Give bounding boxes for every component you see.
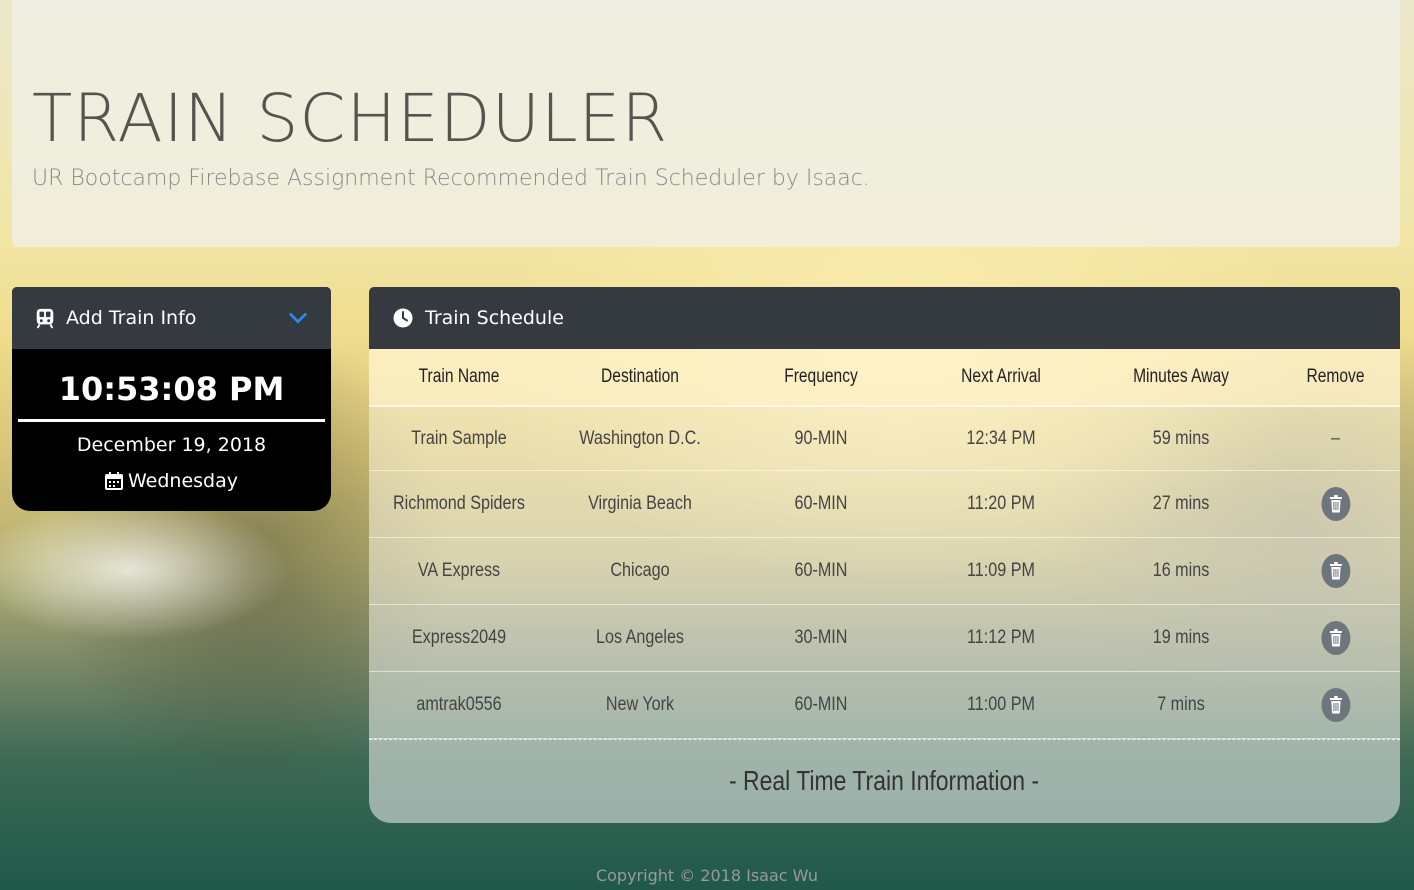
cell-frequency: 90-MIN bbox=[794, 427, 848, 449]
clock-date: December 19, 2018 bbox=[76, 434, 267, 456]
schedule-header: Train Schedule bbox=[369, 287, 1400, 349]
remove-placeholder: – bbox=[1330, 427, 1340, 449]
cell-minutes-away: 7 mins bbox=[1157, 694, 1205, 715]
cell-destination: Washington D.C. bbox=[579, 427, 701, 449]
cell-frequency: 60-MIN bbox=[794, 493, 848, 514]
cell-minutes-away: 27 mins bbox=[1152, 493, 1210, 514]
train-schedule-card: Train Schedule Train Name Destination Fr… bbox=[369, 287, 1400, 823]
trash-icon bbox=[1329, 696, 1342, 714]
column-header-next-arrival: Next Arrival bbox=[961, 366, 1041, 387]
clock-day: Wednesday bbox=[12, 470, 331, 492]
trash-icon bbox=[1329, 629, 1342, 647]
train-icon bbox=[36, 308, 54, 329]
cell-minutes-away: 19 mins bbox=[1152, 627, 1210, 648]
cell-next-arrival: 12:34 PM bbox=[966, 427, 1036, 449]
cell-next-arrival: 11:12 PM bbox=[967, 627, 1035, 648]
add-train-card: Add Train Info 10:53:08 PM December 19, … bbox=[12, 287, 331, 511]
clock-time: 10:53:08 PM bbox=[58, 370, 285, 408]
cell-remove bbox=[1281, 487, 1391, 521]
cell-destination: New York bbox=[605, 694, 675, 715]
cell-frequency: 60-MIN bbox=[794, 560, 848, 581]
cell-destination: Virginia Beach bbox=[588, 493, 692, 514]
cell-next-arrival: 11:20 PM bbox=[967, 493, 1035, 514]
cell-train-name: Express2049 bbox=[411, 627, 507, 648]
copyright: Copyright © 2018 Isaac Wu bbox=[595, 866, 819, 885]
column-header-train-name: Train Name bbox=[418, 366, 500, 387]
add-train-title: Add Train Info bbox=[66, 307, 197, 329]
table-row: Express2049 Los Angeles 30-MIN 11:12 PM … bbox=[369, 605, 1400, 672]
remove-train-button[interactable] bbox=[1321, 554, 1350, 588]
cell-remove bbox=[1281, 554, 1391, 588]
remove-train-button[interactable] bbox=[1321, 688, 1350, 722]
page-subtitle: UR Bootcamp Firebase Assignment Recommen… bbox=[32, 166, 870, 191]
cell-destination: Chicago bbox=[610, 560, 670, 581]
jumbotron: TRAIN SCHEDULER UR Bootcamp Firebase Ass… bbox=[12, 0, 1400, 247]
clock-icon bbox=[393, 308, 413, 328]
table-row: Richmond Spiders Virginia Beach 60-MIN 1… bbox=[369, 471, 1400, 538]
column-header-frequency: Frequency bbox=[784, 366, 858, 387]
cell-destination: Los Angeles bbox=[595, 627, 685, 648]
add-train-header[interactable]: Add Train Info bbox=[12, 287, 331, 349]
schedule-footer-label: - Real Time Train Information - bbox=[729, 764, 1040, 796]
cell-minutes-away: 59 mins bbox=[1152, 427, 1210, 449]
column-header-minutes-away: Minutes Away bbox=[1133, 366, 1229, 387]
clock-day-label: Wednesday bbox=[127, 470, 238, 492]
cell-train-name: VA Express bbox=[417, 560, 501, 581]
clock-divider bbox=[18, 419, 325, 422]
cell-next-arrival: 11:09 PM bbox=[967, 560, 1035, 581]
table-row: amtrak0556 New York 60-MIN 11:00 PM 7 mi… bbox=[369, 672, 1400, 739]
table-header-row: Train Name Destination Frequency Next Ar… bbox=[369, 349, 1400, 407]
cell-frequency: 60-MIN bbox=[794, 694, 848, 715]
cell-remove: – bbox=[1281, 428, 1391, 450]
column-header-destination: Destination bbox=[601, 366, 679, 387]
remove-train-button[interactable] bbox=[1321, 621, 1350, 655]
trash-icon bbox=[1329, 562, 1342, 580]
schedule-title: Train Schedule bbox=[425, 307, 564, 329]
trash-icon bbox=[1329, 495, 1342, 513]
chevron-down-icon[interactable] bbox=[287, 307, 309, 329]
remove-train-button[interactable] bbox=[1321, 487, 1350, 521]
cell-train-name: amtrak0556 bbox=[416, 694, 502, 715]
column-header-remove: Remove bbox=[1306, 366, 1365, 387]
cell-remove bbox=[1281, 688, 1391, 722]
cell-frequency: 30-MIN bbox=[794, 627, 848, 648]
cell-train-name: Train Sample bbox=[411, 427, 507, 449]
table-row: Train Sample Washington D.C. 90-MIN 12:3… bbox=[369, 407, 1400, 471]
table-row: VA Express Chicago 60-MIN 11:09 PM 16 mi… bbox=[369, 538, 1400, 605]
cell-remove bbox=[1281, 621, 1391, 655]
cell-minutes-away: 16 mins bbox=[1152, 560, 1210, 581]
cell-next-arrival: 11:00 PM bbox=[967, 694, 1035, 715]
cell-train-name: Richmond Spiders bbox=[393, 493, 525, 514]
page-title: TRAIN SCHEDULER bbox=[32, 80, 669, 157]
schedule-footer: - Real Time Train Information - bbox=[369, 739, 1400, 821]
calendar-icon bbox=[104, 472, 123, 490]
